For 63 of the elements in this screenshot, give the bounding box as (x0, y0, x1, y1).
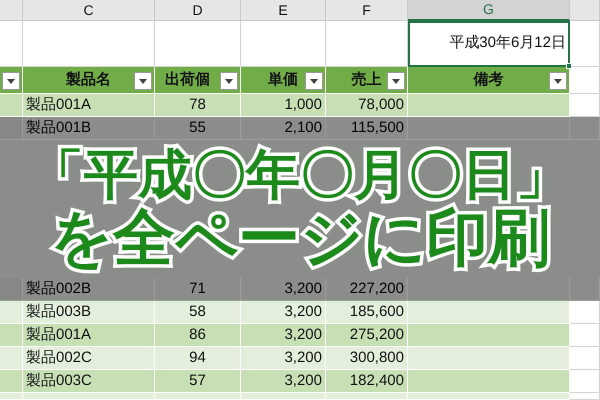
quantity-cell: 71 (155, 278, 241, 301)
sales-cell: 185,600 (326, 301, 408, 324)
sheet-cell (570, 347, 600, 370)
filter-button[interactable] (134, 72, 152, 90)
filter-button[interactable] (220, 72, 238, 90)
caret-icon (310, 78, 318, 84)
unit-price-cell: 2,100 (241, 117, 326, 140)
product-name-cell: 製品003C (23, 370, 155, 393)
sales-cell: 300,800 (326, 347, 408, 370)
column-heading: 出荷個 (165, 70, 210, 90)
caret-icon (7, 78, 15, 84)
column-heading: 備考 (474, 70, 504, 90)
sales-cell: 227,200 (326, 278, 408, 301)
column-header[interactable]: G (408, 0, 570, 21)
column-heading: 売上 (352, 70, 382, 90)
filter-button[interactable] (305, 72, 323, 90)
unit-price-cell: 3,200 (241, 324, 326, 347)
product-name-cell: 製品001A (23, 94, 155, 117)
column-heading: 製品名 (66, 70, 111, 90)
quantity-cell: 86 (155, 324, 241, 347)
sheet-cell (570, 301, 600, 324)
sheet-cell (570, 94, 600, 117)
caret-icon (392, 78, 400, 84)
filter-button[interactable] (387, 72, 405, 90)
product-name-cell: 製品001A (23, 324, 155, 347)
sheet-cell (0, 324, 23, 347)
caret-icon (139, 78, 147, 84)
filter-button[interactable] (549, 72, 567, 90)
product-name-cell: 製品003B (23, 301, 155, 324)
sales-cell: 275,200 (326, 324, 408, 347)
sales-cell: 78,000 (326, 94, 408, 117)
sheet-cell (0, 347, 23, 370)
sheet-cell (570, 370, 600, 393)
unit-price-cell: 3,200 (241, 301, 326, 324)
product-name-cell: 製品001B (23, 117, 155, 140)
quantity-cell: 58 (155, 301, 241, 324)
sales-cell: 115,500 (326, 117, 408, 140)
column-header[interactable]: E (241, 0, 326, 21)
sheet-cell (0, 370, 23, 393)
caret-icon (225, 78, 233, 84)
product-name-cell: 製品002B (23, 278, 155, 301)
column-header[interactable]: C (23, 0, 155, 21)
unit-price-cell: 1,000 (241, 94, 326, 117)
unit-price-cell: 3,200 (241, 370, 326, 393)
quantity-cell: 57 (155, 370, 241, 393)
filter-button[interactable] (2, 72, 20, 90)
unit-price-cell: 3,200 (241, 347, 326, 370)
quantity-cell: 55 (155, 117, 241, 140)
sheet-cell (0, 301, 23, 324)
unit-price-cell: 3,200 (241, 278, 326, 301)
quantity-cell: 94 (155, 347, 241, 370)
date-text: 平成30年6月12日 (449, 33, 566, 54)
banner-title: 「平成〇年〇月〇日」 (29, 147, 571, 203)
caret-icon (554, 78, 562, 84)
column-header[interactable]: F (326, 0, 408, 21)
column-heading: 単価 (268, 70, 298, 90)
quantity-cell: 78 (155, 94, 241, 117)
column-header[interactable]: D (155, 0, 241, 21)
banner-title: を全ページに印刷 (49, 207, 551, 271)
sheet-cell (570, 324, 600, 347)
sales-cell: 182,400 (326, 370, 408, 393)
fill-handle[interactable] (566, 63, 572, 69)
product-name-cell: 製品002C (23, 347, 155, 370)
